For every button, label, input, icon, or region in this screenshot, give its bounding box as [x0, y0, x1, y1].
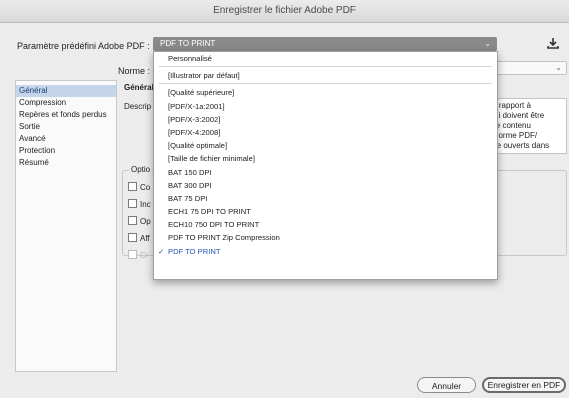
preset-menu-item[interactable]: [PDF/X-4:2008]	[154, 126, 497, 139]
description-label: Descrip	[124, 102, 152, 111]
preset-menu-item[interactable]: ECH1 75 DPI TO PRINT	[154, 205, 497, 218]
preset-menu-item[interactable]: [Taille de fichier minimale]	[154, 152, 497, 165]
preset-menu-item-label: [PDF/X-3:2002]	[168, 114, 221, 124]
norme-label: Norme :	[118, 66, 151, 76]
general-heading: Général	[124, 83, 154, 92]
preset-label: Paramètre prédéfini Adobe PDF :	[17, 41, 150, 51]
option-label: Op	[140, 217, 151, 226]
description-line: re ouverts dans	[494, 141, 550, 150]
option-label: Inc	[140, 200, 151, 209]
option-checkbox-row[interactable]: Aff	[128, 233, 150, 243]
preset-menu-item-label: ECH1 75 DPI TO PRINT	[168, 207, 251, 217]
preset-menu-item[interactable]: Personnalisé	[154, 52, 497, 65]
preset-menu-item[interactable]: ECH10 750 DPI TO PRINT	[154, 218, 497, 231]
menu-separator	[159, 83, 492, 85]
sidebar-item[interactable]: Général	[16, 85, 116, 97]
option-label: Cr	[140, 251, 149, 260]
checkbox[interactable]	[128, 233, 137, 242]
preset-menu-item-label: [Illustrator par défaut]	[168, 71, 240, 81]
sidebar-item[interactable]: Repères et fonds perdus	[16, 109, 116, 121]
preset-menu-item-label: [Qualité optimale]	[168, 141, 228, 151]
preset-select-value: PDF TO PRINT	[160, 39, 216, 48]
checkmark-icon: ✓	[158, 246, 165, 256]
preset-menu-item-label: [PDF/X-1a:2001]	[168, 101, 225, 111]
description-line: ui doivent être	[494, 111, 545, 120]
preset-menu-item-label: BAT 150 DPI	[168, 167, 212, 177]
options-label: Optio	[129, 165, 153, 174]
preset-menu-item[interactable]: BAT 300 DPI	[154, 179, 497, 192]
preset-select[interactable]: PDF TO PRINT ⌄	[153, 37, 497, 51]
sidebar-item[interactable]: Compression	[16, 97, 116, 109]
preset-menu-item[interactable]: [PDF/X-3:2002]	[154, 113, 497, 126]
preset-menu-item[interactable]: BAT 75 DPI	[154, 192, 497, 205]
description-line: norme PDF/	[494, 131, 538, 140]
window-title: Enregistrer le fichier Adobe PDF	[0, 0, 569, 23]
preset-menu-item-label: PDF TO PRINT	[168, 246, 221, 256]
description-line: r rapport à	[494, 101, 531, 110]
norme-select[interactable]: ⌄	[490, 61, 567, 75]
option-checkbox-row[interactable]: Co	[128, 182, 150, 192]
sidebar-item[interactable]: Sortie	[16, 121, 116, 133]
checkbox[interactable]	[128, 182, 137, 191]
preset-menu-item-label: ECH10 750 DPI TO PRINT	[168, 220, 260, 230]
chevron-down-icon: ⌄	[484, 39, 491, 48]
checkbox[interactable]	[128, 216, 137, 225]
option-label: Aff	[140, 234, 150, 243]
save-pdf-button[interactable]: Enregistrer en PDF	[482, 377, 566, 393]
preset-menu-item[interactable]: [PDF/X-1a:2001]	[154, 100, 497, 113]
checkbox[interactable]	[128, 199, 137, 208]
preset-menu-item[interactable]: BAT 150 DPI	[154, 166, 497, 179]
download-icon[interactable]	[546, 36, 560, 50]
preset-menu-item-label: BAT 75 DPI	[168, 193, 208, 203]
sidebar-item[interactable]: Résumé	[16, 157, 116, 169]
preset-menu-item-label: [Taille de fichier minimale]	[168, 154, 255, 164]
sidebar-item[interactable]: Protection	[16, 145, 116, 157]
description-box[interactable]: r rapport à ui doivent être le contenu norm…	[490, 98, 567, 154]
preset-menu-item[interactable]: ✓ PDF TO PRINT	[154, 245, 497, 258]
preset-menu-item-label: BAT 300 DPI	[168, 180, 212, 190]
option-checkbox-row[interactable]: Inc	[128, 199, 151, 209]
category-sidebar: Général Compression Repères et fonds perdu…	[15, 80, 117, 372]
preset-dropdown-menu: Personnalisé [Illustrator par défaut] [Qua…	[153, 51, 498, 280]
checkbox	[128, 250, 137, 259]
preset-menu-item-label: Personnalisé	[168, 54, 212, 63]
chevron-down-icon: ⌄	[555, 63, 562, 72]
description-line: le contenu	[494, 121, 531, 130]
cancel-button[interactable]: Annuler	[417, 377, 476, 393]
preset-menu-item[interactable]: PDF TO PRINT Zip Compression	[154, 231, 497, 244]
preset-menu-item[interactable]: [Illustrator par défaut]	[154, 69, 497, 82]
preset-menu-item-label: PDF TO PRINT Zip Compression	[168, 233, 280, 243]
preset-menu-item-label: [Qualité supérieure]	[168, 88, 235, 98]
menu-separator	[159, 66, 492, 68]
option-label: Co	[140, 183, 151, 192]
option-checkbox-row[interactable]: Op	[128, 216, 151, 226]
preset-menu-item[interactable]: [Qualité supérieure]	[154, 86, 497, 99]
preset-menu-item-label: [PDF/X-4:2008]	[168, 127, 221, 137]
preset-menu-item[interactable]: [Qualité optimale]	[154, 139, 497, 152]
sidebar-item[interactable]: Avancé	[16, 133, 116, 145]
option-checkbox-row: Cr	[128, 250, 148, 260]
